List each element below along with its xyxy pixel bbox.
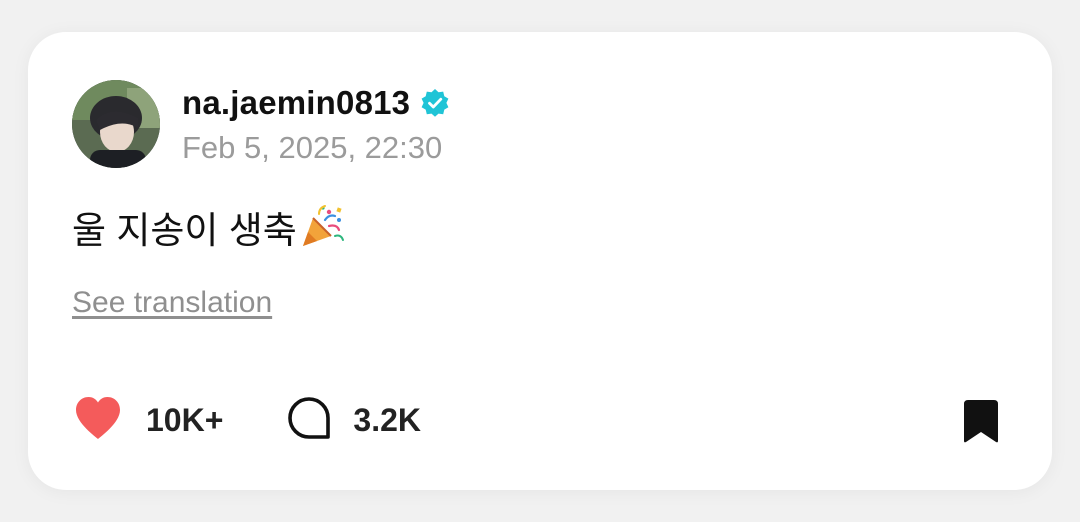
- comment-icon: [287, 396, 331, 445]
- like-count: 10K+: [146, 401, 224, 438]
- verified-badge-icon: [420, 88, 450, 118]
- author-row: na.jaemin0813: [182, 82, 450, 124]
- like-button[interactable]: 10K+: [72, 395, 223, 446]
- comment-button[interactable]: 3.2K: [287, 396, 421, 445]
- bookmark-icon: [960, 400, 1002, 448]
- heart-icon: [72, 395, 124, 446]
- bookmark-button[interactable]: [960, 398, 1002, 444]
- username[interactable]: na.jaemin0813: [182, 84, 410, 122]
- action-bar: 10K+ 3.2K: [72, 394, 421, 446]
- post-card: na.jaemin0813 Feb 5, 2025, 22:30 울 지송이 생…: [28, 32, 1052, 490]
- post-timestamp: Feb 5, 2025, 22:30: [182, 130, 443, 165]
- post-body: 울 지송이 생축: [72, 200, 345, 254]
- see-translation-link[interactable]: See translation: [72, 286, 272, 320]
- party-popper-icon: [299, 204, 345, 250]
- post-text: 울 지송이 생축: [72, 210, 297, 251]
- avatar[interactable]: [72, 80, 160, 168]
- comment-count: 3.2K: [353, 401, 421, 438]
